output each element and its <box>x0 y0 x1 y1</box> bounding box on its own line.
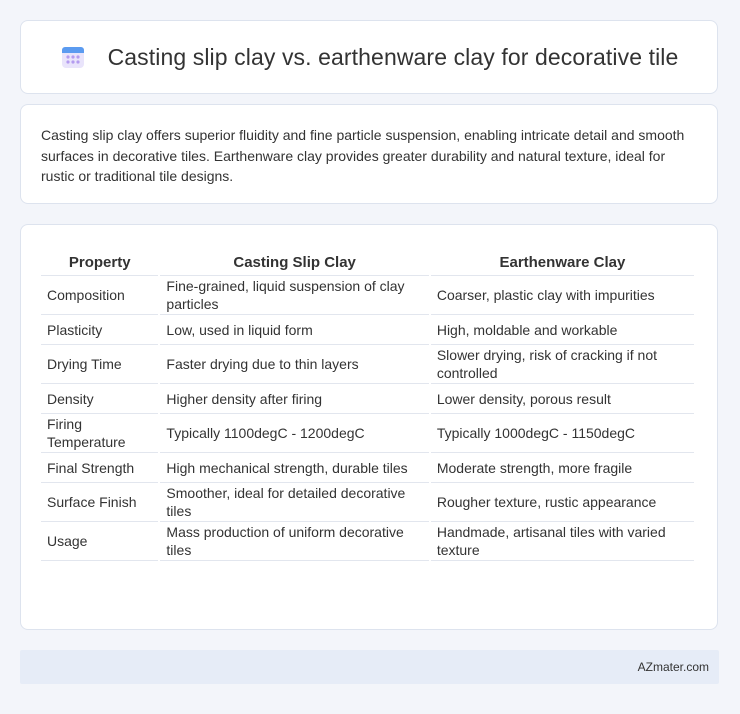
property-cell: Plasticity <box>41 315 159 345</box>
calendar-icon <box>61 47 84 68</box>
column-header-earthenware-clay: Earthenware Clay <box>430 243 694 276</box>
earthenware-cell: High, moldable and workable <box>430 315 694 345</box>
earthenware-cell: Coarser, plastic clay with impurities <box>430 276 694 315</box>
property-cell: Surface Finish <box>41 483 159 522</box>
earthenware-cell: Slower drying, risk of cracking if not c… <box>430 345 694 384</box>
casting-slip-cell: Higher density after firing <box>160 384 429 414</box>
page-title: Casting slip clay vs. earthenware clay f… <box>107 43 679 70</box>
casting-slip-cell: Smoother, ideal for detailed decorative … <box>160 483 429 522</box>
casting-slip-cell: Typically 1100degC - 1200degC <box>160 414 429 453</box>
comparison-table: Property Casting Slip Clay Earthenware C… <box>39 243 696 561</box>
property-cell: Firing Temperature <box>41 414 159 453</box>
title-card: Casting slip clay vs. earthenware clay f… <box>20 20 718 94</box>
table-row: Usage Mass production of uniform decorat… <box>41 522 694 561</box>
casting-slip-cell: Faster drying due to thin layers <box>160 345 429 384</box>
casting-slip-cell: High mechanical strength, durable tiles <box>160 453 429 483</box>
column-header-property: Property <box>41 243 159 276</box>
footer-brand: AZmater.com <box>637 660 709 674</box>
comparison-table-card: Property Casting Slip Clay Earthenware C… <box>20 224 718 630</box>
table-header-row: Property Casting Slip Clay Earthenware C… <box>41 243 694 276</box>
table-row: Density Higher density after firing Lowe… <box>41 384 694 414</box>
table-row: Surface Finish Smoother, ideal for detai… <box>41 483 694 522</box>
summary-text: Casting slip clay offers superior fluidi… <box>41 127 685 184</box>
table-row: Plasticity Low, used in liquid form High… <box>41 315 694 345</box>
property-cell: Drying Time <box>41 345 159 384</box>
earthenware-cell: Rougher texture, rustic appearance <box>430 483 694 522</box>
earthenware-cell: Typically 1000degC - 1150degC <box>430 414 694 453</box>
column-header-casting-slip-clay: Casting Slip Clay <box>160 243 429 276</box>
property-cell: Composition <box>41 276 159 315</box>
summary-card: Casting slip clay offers superior fluidi… <box>20 104 718 204</box>
earthenware-cell: Handmade, artisanal tiles with varied te… <box>430 522 694 561</box>
casting-slip-cell: Low, used in liquid form <box>160 315 429 345</box>
table-row: Drying Time Faster drying due to thin la… <box>41 345 694 384</box>
earthenware-cell: Lower density, porous result <box>430 384 694 414</box>
property-cell: Final Strength <box>41 453 159 483</box>
table-row: Firing Temperature Typically 1100degC - … <box>41 414 694 453</box>
property-cell: Usage <box>41 522 159 561</box>
earthenware-cell: Moderate strength, more fragile <box>430 453 694 483</box>
table-row: Final Strength High mechanical strength,… <box>41 453 694 483</box>
casting-slip-cell: Fine-grained, liquid suspension of clay … <box>160 276 429 315</box>
table-row: Composition Fine-grained, liquid suspens… <box>41 276 694 315</box>
property-cell: Density <box>41 384 159 414</box>
footer: AZmater.com <box>20 650 719 684</box>
casting-slip-cell: Mass production of uniform decorative ti… <box>160 522 429 561</box>
